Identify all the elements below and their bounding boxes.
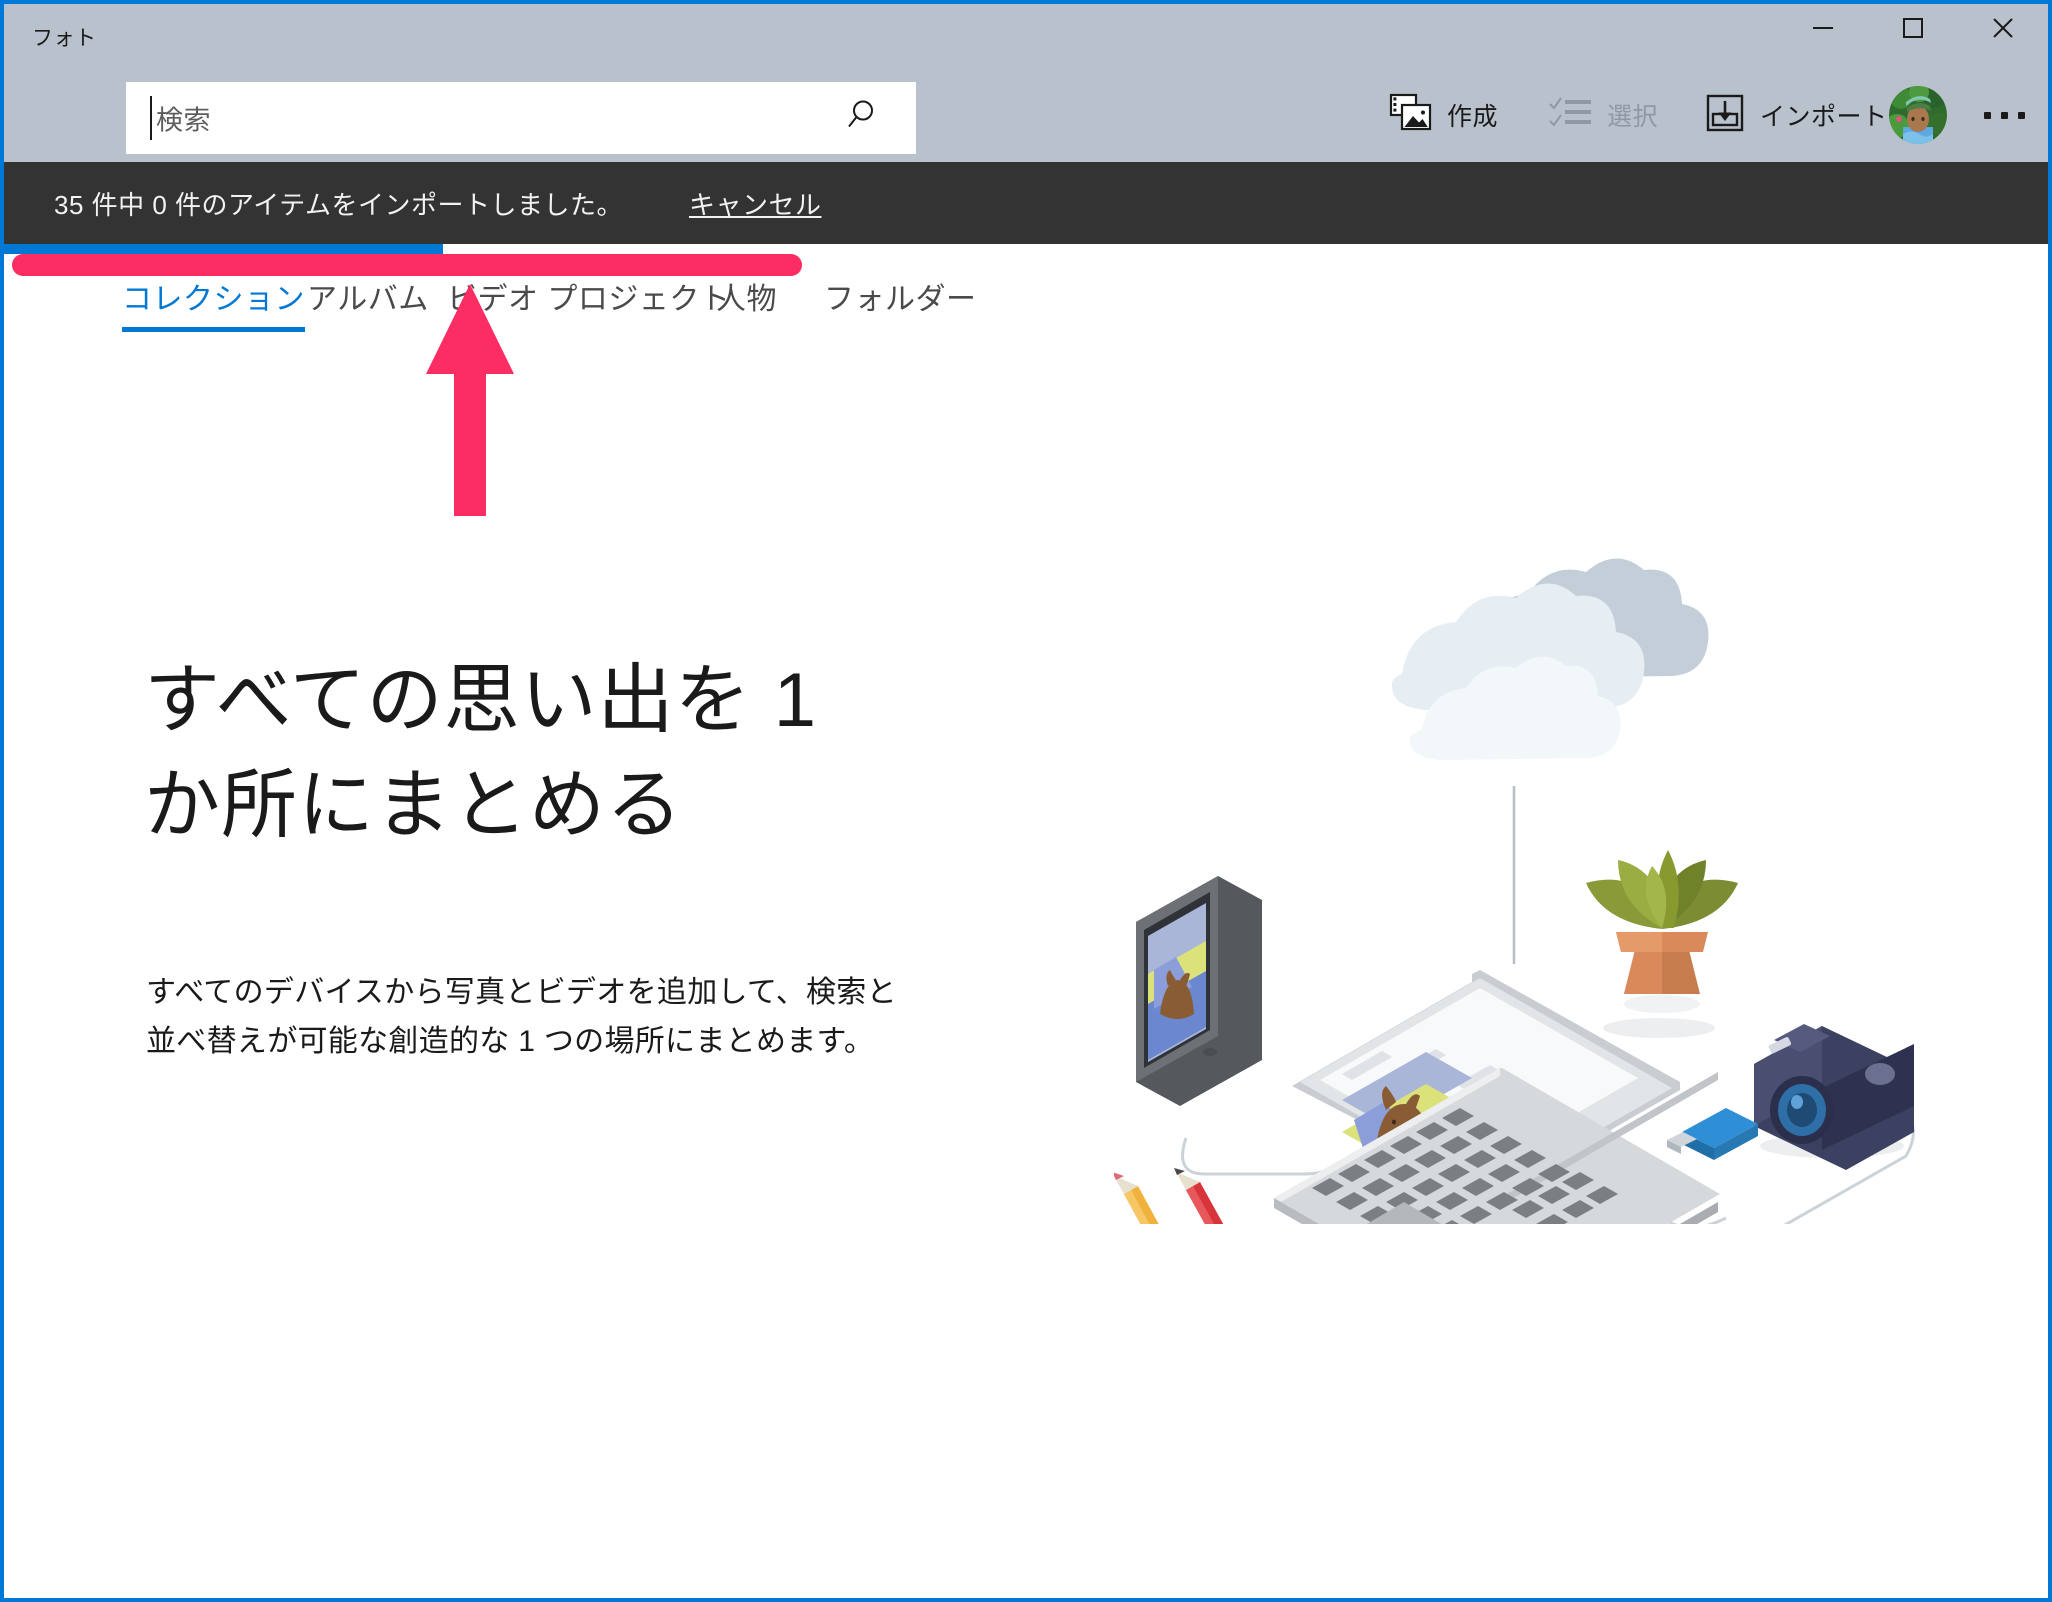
import-progress-track [4,244,2048,254]
more-options-icon [2000,111,2008,119]
maximize-icon [1900,15,1926,41]
app-title: フォト [32,27,97,50]
maximize-button[interactable] [1868,4,1958,52]
search-placeholder: 検索 [156,105,211,136]
import-progress-fill [4,244,444,254]
account-avatar[interactable] [1889,86,1947,144]
more-options-button[interactable] [1969,90,2039,140]
page-description: すべてのデバイスから写真とビデオを追加して、検索と並べ替えが可能な創造的な 1 … [146,976,897,1058]
camera [1754,1024,1914,1170]
tab-folders-label: フォルダー [824,283,977,316]
create-photo-video-icon [1389,92,1433,139]
import-download-icon [1704,92,1746,139]
create-button-label: 作成 [1447,103,1499,131]
pencils [1114,1168,1224,1224]
create-button[interactable]: 作成 [1389,86,1498,144]
usb-drive [1667,1108,1758,1160]
title-bar: フォト 検索 作成 選択 インポート [4,4,2048,162]
tab-people-label: 人物 [716,283,777,316]
highlight-bar [12,254,802,276]
tab-collection[interactable]: コレクション [122,274,305,332]
import-status-bar: 35 件中 0 件のアイテムをインポートしました。 キャンセル [4,162,2048,244]
cancel-import-link[interactable]: キャンセル [689,185,822,222]
select-button[interactable]: 選択 [1549,86,1658,144]
tab-collection-label: コレクション [122,283,305,316]
minimize-button[interactable] [1778,4,1868,52]
tab-active-indicator [122,327,305,332]
tab-albums-label: アルバム [307,283,429,316]
tab-people[interactable]: 人物 [716,274,777,318]
text-caret [150,96,152,140]
tab-folders[interactable]: フォルダー [824,274,977,318]
search-icon[interactable] [842,96,882,141]
search-input[interactable]: 検索 [126,82,916,154]
cloud-shape [1391,558,1709,760]
close-icon [1990,15,2016,41]
pivot-tabs: コレクション アルバム ビデオ プロジェクト 人物 フォルダー [4,274,2048,336]
page-title: すべての思い出を 1 か所にまとめる [144,658,818,848]
pointer-arrow [422,284,518,516]
import-button-label: インポート [1760,103,1888,131]
checklist-icon [1549,94,1593,137]
select-button-label: 選択 [1607,103,1659,131]
more-options-icon [1983,111,1991,119]
tablet-device [1136,876,1262,1106]
devices-cloud-photos-illustration [1114,534,1954,1224]
import-button[interactable]: インポート [1704,86,1888,144]
close-button[interactable] [1958,4,2048,52]
potted-plant [1586,850,1738,1038]
import-status-message: 35 件中 0 件のアイテムをインポートしました。 [54,189,623,220]
more-options-icon [2017,111,2025,119]
minimize-icon [1810,15,1836,41]
photos-app-window: フォト 検索 作成 選択 インポート 35 件中 0 件のアイテムをインポートし… [0,0,2052,1602]
tab-albums[interactable]: アルバム [307,274,429,318]
